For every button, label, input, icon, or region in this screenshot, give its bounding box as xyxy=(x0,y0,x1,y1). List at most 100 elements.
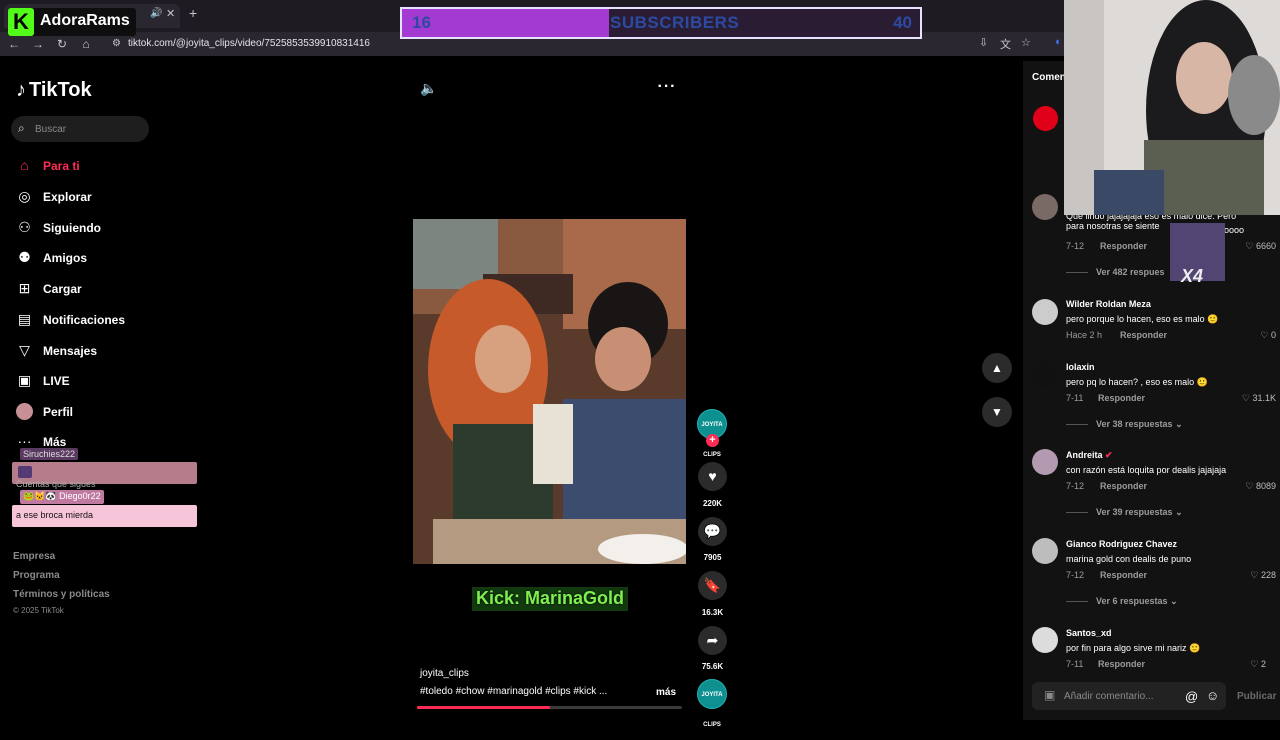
search-box[interactable]: ⌕ xyxy=(11,116,149,142)
comment-date: 7-11 xyxy=(1066,659,1084,669)
nav-amigos[interactable]: ⚉ Amigos xyxy=(16,248,196,268)
publish-button[interactable]: Publicar xyxy=(1237,691,1276,702)
comments-tab[interactable]: Comen xyxy=(1032,72,1066,83)
caption-more-button[interactable]: más xyxy=(656,687,676,698)
site-info-icon[interactable]: ⚙ xyxy=(112,35,121,53)
comment-avatar[interactable] xyxy=(1032,194,1058,220)
volume-icon[interactable]: 🔈 xyxy=(419,80,439,98)
nav-notificaciones[interactable]: ▤ Notificaciones xyxy=(16,310,196,330)
nav-explorar[interactable]: ◎ Explorar xyxy=(16,187,196,207)
mention-icon[interactable]: @ xyxy=(1185,689,1198,704)
tiktok-logo[interactable]: ♪ TikTok xyxy=(16,79,92,102)
comment-author[interactable]: Andreita ✔ xyxy=(1066,450,1113,461)
comment-like-count: 228 xyxy=(1260,570,1276,580)
heart-outline-icon: ♡ xyxy=(1260,330,1269,340)
reply-button[interactable]: Responder xyxy=(1098,393,1145,403)
footer-link-empresa[interactable]: Empresa xyxy=(13,551,55,562)
heart-outline-icon: ♡ xyxy=(1245,481,1254,491)
reply-button[interactable]: Responder xyxy=(1098,659,1145,669)
comment-avatar[interactable] xyxy=(1033,106,1058,131)
nav-live[interactable]: ▣ LIVE xyxy=(16,371,196,391)
view-replies[interactable]: Ver 38 respuestas ⌄ xyxy=(1066,419,1183,430)
tab-close-icon[interactable]: ✕ xyxy=(166,7,175,20)
follow-plus-icon[interactable]: + xyxy=(706,434,719,447)
video-progress-bar[interactable] xyxy=(417,706,682,709)
extension-icon[interactable]: ◖ xyxy=(1054,36,1061,48)
home-browser-icon[interactable]: ⌂ xyxy=(78,36,94,52)
reload-icon[interactable]: ↻ xyxy=(54,36,70,52)
upload-icon: ⊞ xyxy=(18,280,31,296)
nav-siguiendo[interactable]: ⚇ Siguiendo xyxy=(16,218,196,238)
comment-avatar[interactable] xyxy=(1032,361,1058,387)
save-count: 16.3K xyxy=(701,608,724,617)
view-replies[interactable]: Ver 482 respues xyxy=(1066,267,1165,277)
nav-label: LIVE xyxy=(43,374,70,388)
chevron-down-icon: ⌄ xyxy=(1170,596,1178,606)
comment-input[interactable] xyxy=(1064,688,1174,704)
comment-avatar[interactable] xyxy=(1032,538,1058,564)
comment-like[interactable]: ♡ 2 xyxy=(1220,659,1266,670)
footer-link-programa[interactable]: Programa xyxy=(13,570,60,581)
view-replies[interactable]: Ver 39 respuestas ⌄ xyxy=(1066,507,1183,518)
comment-like-count: 31.1K xyxy=(1252,393,1276,403)
nav-perfil[interactable]: Perfil xyxy=(16,402,196,422)
reply-button[interactable]: Responder xyxy=(1100,481,1147,491)
gift-icon[interactable]: ▣ xyxy=(1044,688,1055,702)
bookmark-star-icon[interactable]: ☆ xyxy=(1021,36,1031,49)
comment-like[interactable]: ♡ 228 xyxy=(1230,570,1276,581)
comment-avatar[interactable] xyxy=(1032,299,1058,325)
reply-button[interactable]: Responder xyxy=(1100,570,1147,580)
install-app-icon[interactable]: ⇩ xyxy=(979,36,988,49)
view-replies-label: Ver 6 respuestas xyxy=(1096,596,1168,606)
video-author[interactable]: joyita_clips xyxy=(420,668,469,679)
message-icon: ▽ xyxy=(19,342,30,358)
video-player[interactable] xyxy=(413,219,686,564)
view-replies[interactable]: Ver 6 respuestas ⌄ xyxy=(1066,596,1178,607)
chat-message-text: a ese broca mierda xyxy=(16,510,94,520)
comment-date: 7-12 xyxy=(1066,570,1085,580)
comment-text: pero pq lo hacen? , eso es malo 🙂 xyxy=(1066,377,1208,387)
nav-cargar[interactable]: ⊞ Cargar xyxy=(16,279,196,299)
nav-para-ti[interactable]: ⌂ Para ti xyxy=(16,156,196,176)
comment-like[interactable]: ♡ 31.1K xyxy=(1230,393,1276,404)
sound-disc-avatar[interactable]: JOYITA CLIPS xyxy=(697,679,727,728)
view-replies-label: Ver 39 respuestas xyxy=(1096,507,1173,517)
translate-icon[interactable]: 文 xyxy=(1000,36,1011,52)
search-input[interactable] xyxy=(35,120,143,138)
comment-like[interactable]: ♡ 8089 xyxy=(1230,481,1276,492)
comment-author[interactable]: Santos_xd xyxy=(1066,628,1112,638)
chevron-up-icon[interactable]: ▲ xyxy=(982,353,1012,383)
comment-icon[interactable]: 💬 xyxy=(698,517,727,546)
url-text: tiktok.com/@joyita_clips/video/752585353… xyxy=(128,38,370,49)
subscriber-goal-fill xyxy=(402,9,610,37)
footer-link-terminos[interactable]: Términos y políticas xyxy=(13,589,110,600)
comment-like[interactable]: ♡ 0 xyxy=(1230,330,1276,341)
comment-like[interactable]: ♡ 6660 xyxy=(1230,241,1276,252)
nav-label: Para ti xyxy=(43,159,80,173)
nav-mensajes[interactable]: ▽ Mensajes xyxy=(16,341,196,361)
comment-author[interactable]: Gianco Rodriguez Chavez xyxy=(1066,539,1177,549)
comment-author[interactable]: lolaxin xyxy=(1066,362,1095,372)
emoji-icon[interactable]: ☺ xyxy=(1206,688,1219,703)
comment-date: 7-12 xyxy=(1066,241,1085,251)
comment-text: por fin para algo sirve mi nariz 🙂 xyxy=(1066,643,1201,653)
nav-label: Amigos xyxy=(43,251,88,265)
reply-button[interactable]: Responder xyxy=(1120,330,1167,340)
live-icon: ▣ xyxy=(17,372,32,388)
like-heart-icon[interactable]: ♥ xyxy=(698,462,727,491)
comment-avatar[interactable] xyxy=(1032,449,1058,475)
chevron-down-icon[interactable]: ▼ xyxy=(982,397,1012,427)
share-icon[interactable]: ➦ xyxy=(698,626,727,655)
forward-icon[interactable]: → xyxy=(30,36,46,52)
tab-audio-icon[interactable]: 🔊 xyxy=(150,8,162,19)
view-replies-label: Ver 38 respuestas xyxy=(1096,419,1173,429)
comment-avatar[interactable] xyxy=(1032,627,1058,653)
new-tab-icon[interactable]: + xyxy=(189,5,197,21)
more-options-icon[interactable]: ··· xyxy=(657,78,677,96)
reply-button[interactable]: Responder xyxy=(1100,241,1147,251)
kick-handle-overlay: Kick: MarinaGold xyxy=(472,587,629,611)
video-hashtags[interactable]: #toledo #chow #marinagold #clips #kick .… xyxy=(420,686,607,697)
bookmark-icon[interactable]: 🔖 xyxy=(698,571,727,600)
comment-author[interactable]: Wilder Roldan Meza xyxy=(1066,299,1151,309)
back-icon[interactable]: ← xyxy=(6,36,22,52)
